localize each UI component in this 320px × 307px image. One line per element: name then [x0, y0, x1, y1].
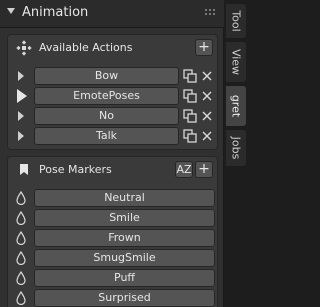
duplicate-icon[interactable]	[183, 69, 197, 83]
play-icon[interactable]	[18, 131, 24, 141]
pose-markers-header: Pose Markers AZ +	[8, 157, 219, 183]
delete-icon[interactable]	[200, 129, 214, 143]
action-name-field[interactable]: Talk	[34, 127, 179, 145]
collapse-arrow-icon[interactable]	[7, 8, 15, 14]
action-name-field[interactable]: No	[34, 107, 179, 125]
marker-row: Surprised	[8, 289, 219, 307]
tab-view[interactable]: View	[226, 42, 246, 82]
marker-drop-icon[interactable]	[16, 251, 26, 265]
marker-drop-icon[interactable]	[16, 271, 26, 285]
duplicate-icon[interactable]	[183, 109, 197, 123]
sidebar-tab-strip: Tool View gret Jobs	[225, 0, 247, 307]
marker-name-field[interactable]: Surprised	[34, 289, 215, 307]
pose-markers-title: Pose Markers	[39, 163, 112, 176]
marker-name-field[interactable]: Puff	[34, 269, 215, 287]
action-name-field[interactable]: EmotePoses	[34, 87, 179, 105]
marker-row: Smile	[8, 209, 219, 227]
action-row: Bow	[8, 67, 219, 85]
pose-markers-panel: Pose Markers AZ + Neutral Smile Frown Sm…	[7, 156, 218, 307]
duplicate-icon[interactable]	[183, 129, 197, 143]
add-marker-button[interactable]: +	[195, 161, 213, 178]
add-action-button[interactable]: +	[195, 39, 213, 56]
marker-row: Puff	[8, 269, 219, 287]
action-row: EmotePoses	[8, 87, 219, 105]
marker-name-field[interactable]: Smile	[34, 209, 215, 227]
animation-panel-header[interactable]: Animation	[0, 0, 224, 28]
marker-row: Frown	[8, 229, 219, 247]
tab-label: Tool	[229, 10, 243, 32]
marker-drop-icon[interactable]	[16, 291, 26, 305]
action-name-field[interactable]: Bow	[34, 67, 179, 85]
marker-name-field[interactable]: Frown	[34, 229, 215, 247]
marker-drop-icon[interactable]	[16, 231, 26, 245]
play-active-icon[interactable]	[17, 89, 27, 103]
available-actions-title: Available Actions	[39, 41, 133, 54]
delete-icon[interactable]	[200, 89, 214, 103]
tab-gret[interactable]: gret	[226, 86, 246, 126]
tab-label: View	[229, 48, 243, 76]
tab-label: gret	[229, 94, 243, 118]
duplicate-icon[interactable]	[183, 89, 197, 103]
marker-drop-icon[interactable]	[16, 191, 26, 205]
marker-icon	[20, 164, 28, 175]
sort-alphabetical-button[interactable]: AZ	[175, 161, 193, 178]
tab-jobs[interactable]: Jobs	[226, 130, 246, 166]
tab-tool[interactable]: Tool	[226, 4, 246, 38]
marker-row: SmugSmile	[8, 249, 219, 267]
available-actions-panel: Available Actions + Bow EmotePoses No Ta…	[7, 34, 218, 150]
play-icon[interactable]	[18, 71, 24, 81]
marker-name-field[interactable]: SmugSmile	[34, 249, 215, 267]
action-row: No	[8, 107, 219, 125]
action-icon	[16, 40, 32, 56]
properties-panel: Animation Available Actions + Bow EmoteP…	[0, 0, 224, 307]
panel-title: Animation	[22, 5, 89, 20]
marker-name-field[interactable]: Neutral	[34, 189, 215, 207]
delete-icon[interactable]	[200, 69, 214, 83]
action-row: Talk	[8, 127, 219, 145]
tab-label: Jobs	[229, 136, 243, 160]
available-actions-header: Available Actions +	[8, 35, 219, 61]
delete-icon[interactable]	[200, 109, 214, 123]
marker-row: Neutral	[8, 189, 219, 207]
marker-drop-icon[interactable]	[16, 211, 26, 225]
play-icon[interactable]	[18, 111, 24, 121]
drag-grip-icon[interactable]	[205, 9, 215, 17]
